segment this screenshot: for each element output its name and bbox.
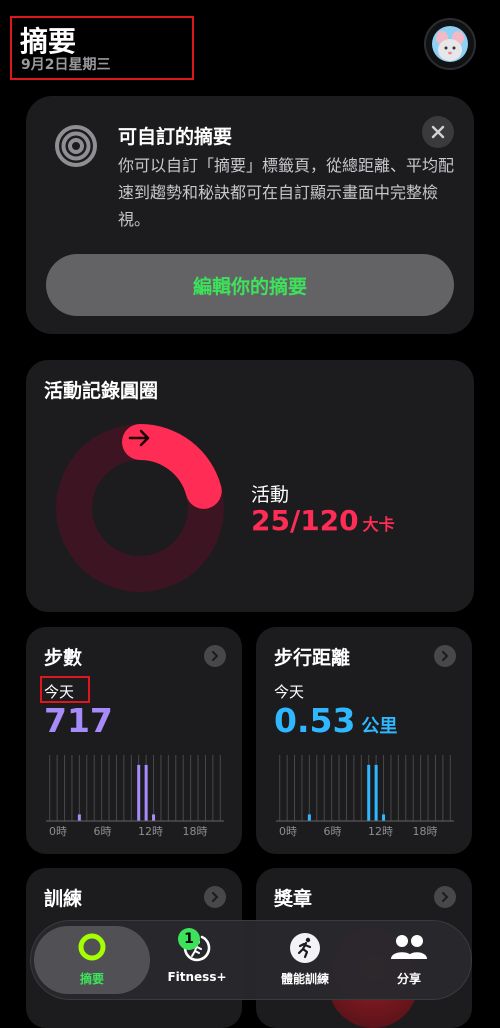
workouts-card-title: 訓練	[44, 888, 83, 910]
workouts-chevron-button[interactable]	[204, 886, 226, 908]
fitness-plus-badge: 1	[178, 928, 200, 950]
hourly-bar	[307, 814, 311, 821]
distance-card-title: 步行距離	[274, 647, 351, 669]
customize-card-title: 可自訂的摘要	[118, 126, 233, 148]
tab-sharing-label: 分享	[396, 972, 421, 986]
close-button[interactable]	[422, 116, 454, 148]
running-figure-icon	[290, 933, 320, 963]
chart-axis-label: 0時	[49, 825, 67, 838]
people-icon	[391, 935, 427, 959]
customize-card-body: 你可以自訂「摘要」標籤頁，從總距離、平均配速到趨勢和秘訣都可在自訂顯示畫面中完整…	[118, 156, 455, 229]
chart-axis-label: 6時	[94, 825, 112, 838]
activity-rings-icon	[54, 124, 98, 172]
tab-workouts[interactable]: 體能訓練	[250, 926, 360, 994]
hourly-bar	[152, 814, 156, 821]
activity-value-number: 25/120	[251, 504, 359, 537]
steps-chevron-button[interactable]	[204, 645, 226, 667]
steps-period: 今天	[44, 683, 75, 701]
activity-value: 25/120 大卡	[251, 504, 395, 537]
activity-rings-card[interactable]: 活動記錄圓圈 活動 25/120 大卡	[26, 360, 474, 612]
tab-summary-label: 摘要	[79, 972, 104, 986]
close-icon	[431, 125, 445, 139]
chart-axis-label: 12時	[138, 825, 163, 838]
distance-period: 今天	[274, 683, 305, 701]
activity-ring-progress	[122, 424, 222, 509]
steps-value: 717	[44, 701, 113, 740]
distance-chevron-button[interactable]	[434, 645, 456, 667]
awards-chevron-button[interactable]	[434, 886, 456, 908]
chart-axis-label: 12時	[368, 825, 393, 838]
distance-value-unit: 公里	[361, 716, 398, 737]
chevron-right-icon	[442, 651, 449, 661]
tab-sharing[interactable]: 分享	[354, 926, 464, 994]
tab-workouts-label: 體能訓練	[280, 972, 329, 986]
chart-axis-label: 0時	[279, 825, 297, 838]
hourly-bar	[367, 764, 371, 821]
activity-ring-chart	[56, 424, 224, 592]
edit-summary-button[interactable]: 編輯你的摘要	[46, 254, 454, 316]
hourly-bar	[137, 764, 141, 821]
chevron-right-icon	[212, 892, 219, 902]
chevron-right-icon	[442, 892, 449, 902]
tab-bar: 摘要 Fitness+ 體能訓練 分享	[30, 920, 472, 1000]
activity-value-unit: 大卡	[362, 515, 395, 534]
awards-card-title: 獎章	[274, 888, 313, 910]
steps-hourly-chart: 0時 6時 12時 18時	[46, 755, 224, 838]
distance-value-number: 0.53	[274, 701, 356, 740]
hourly-bar	[144, 764, 148, 821]
steps-card-title: 步數	[44, 647, 83, 669]
hourly-bar	[77, 814, 81, 821]
chevron-right-icon	[212, 651, 219, 661]
rings-card-title: 活動記錄圓圈	[44, 380, 159, 402]
page-date: 9月2日星期三	[21, 57, 111, 73]
steps-card[interactable]: 步數 今天 717 0時 6時 12時 18時	[26, 627, 242, 854]
walking-distance-card[interactable]: 步行距離 今天 0.53 公里 0時 6時 12時 18時	[256, 627, 472, 854]
activity-ring-icon	[78, 933, 106, 961]
avatar-image	[432, 26, 468, 62]
avatar[interactable]	[424, 18, 476, 70]
hourly-bar	[374, 764, 378, 821]
customize-summary-card: 可自訂的摘要 你可以自訂「摘要」標籤頁，從總距離、平均配速到趨勢和秘訣都可在自訂…	[26, 96, 474, 334]
tab-fitness-plus-label: Fitness+	[167, 970, 227, 984]
distance-value: 0.53 公里	[274, 701, 397, 740]
chart-axis-label: 18時	[183, 825, 208, 838]
chart-axis-label: 6時	[324, 825, 342, 838]
hourly-bar	[382, 814, 386, 821]
chart-axis-label: 18時	[413, 825, 438, 838]
distance-hourly-chart: 0時 6時 12時 18時	[276, 755, 454, 838]
tab-summary[interactable]: 摘要	[34, 926, 150, 994]
activity-label: 活動	[251, 484, 290, 506]
